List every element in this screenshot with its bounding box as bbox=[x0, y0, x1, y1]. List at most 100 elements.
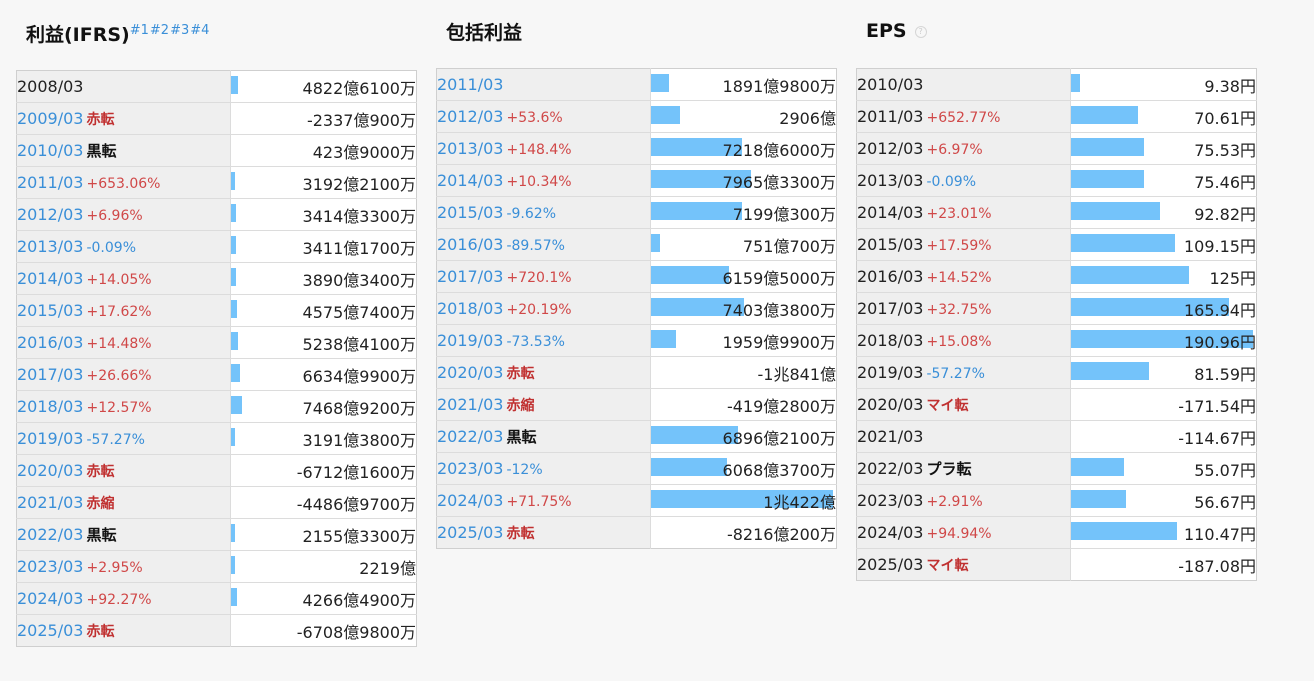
value-text: 3411億1700万 bbox=[302, 238, 416, 258]
value-bar bbox=[231, 364, 240, 382]
period-cell: 2013/03 +148.4% bbox=[436, 132, 651, 165]
table-row: 2023/03 +2.91% 56.67円 bbox=[856, 484, 1257, 517]
period-link[interactable]: 2025/03 bbox=[17, 621, 83, 640]
period-cell: 2014/03 +10.34% bbox=[436, 164, 651, 197]
value-text: 56.67円 bbox=[1194, 492, 1256, 512]
change-badge: 赤転 bbox=[86, 463, 115, 480]
period-cell: 2019/03 -57.27% bbox=[16, 422, 231, 455]
period-link: 2015/03 bbox=[857, 235, 924, 254]
period-cell: 2021/03 赤縮 bbox=[16, 486, 231, 519]
value-cell: 3411億1700万 bbox=[230, 230, 417, 263]
period-link[interactable]: 2012/03 bbox=[437, 107, 503, 126]
value-text: 55.07円 bbox=[1194, 460, 1256, 480]
value-text: 1891億9800万 bbox=[722, 76, 836, 96]
value-bar bbox=[231, 236, 236, 254]
period-link[interactable]: 2021/03 bbox=[17, 493, 83, 512]
period-link[interactable]: 2022/03 bbox=[17, 525, 83, 544]
table-row: 2021/03 赤縮 -4486億9700万 bbox=[16, 486, 417, 519]
table-row: 2019/03 -57.27% 3191億3800万 bbox=[16, 422, 417, 455]
value-cell: -171.54円 bbox=[1070, 388, 1257, 421]
period-link[interactable]: 2016/03 bbox=[17, 333, 83, 352]
value-cell: 1891億9800万 bbox=[650, 68, 837, 101]
change-badge: +14.52% bbox=[926, 270, 992, 286]
period-cell: 2016/03 +14.48% bbox=[16, 326, 231, 359]
value-text: 7965億3300万 bbox=[722, 172, 836, 192]
section-title: 包括利益 bbox=[446, 18, 522, 45]
period-link[interactable]: 2013/03 bbox=[437, 139, 503, 158]
period-cell: 2024/03 +71.75% bbox=[436, 484, 651, 517]
period-link[interactable]: 2021/03 bbox=[437, 395, 503, 414]
table-row: 2016/03 +14.52% 125円 bbox=[856, 260, 1257, 293]
period-link[interactable]: 2016/03 bbox=[437, 235, 503, 254]
table-row: 2011/03 +652.77% 70.61円 bbox=[856, 100, 1257, 133]
change-badge: -57.27% bbox=[926, 366, 985, 382]
period-cell: 2010/03 bbox=[856, 68, 1071, 101]
change-badge: +2.95% bbox=[86, 560, 143, 576]
value-cell: -1兆841億 bbox=[650, 356, 837, 389]
period-cell: 2020/03 赤転 bbox=[436, 356, 651, 389]
period-link[interactable]: 2009/03 bbox=[17, 109, 83, 128]
period-link[interactable]: 2024/03 bbox=[17, 589, 83, 608]
value-text: 4575億7400万 bbox=[302, 302, 416, 322]
period-link: 2011/03 bbox=[857, 107, 924, 126]
value-text: -187.08円 bbox=[1178, 556, 1256, 576]
table-row: 2022/03 黒転 6896億2100万 bbox=[436, 420, 837, 453]
change-badge: +71.75% bbox=[506, 494, 572, 510]
net-income-table: 2008/03 4822億6100万 2009/03 赤転 -2337億900万 2010… bbox=[16, 70, 417, 647]
period-link[interactable]: 2025/03 bbox=[437, 523, 503, 542]
period-link[interactable]: 2017/03 bbox=[17, 365, 83, 384]
period-link[interactable]: 2019/03 bbox=[437, 331, 503, 350]
table-row: 2020/03 マイ転 -171.54円 bbox=[856, 388, 1257, 421]
period-link[interactable]: 2013/03 bbox=[17, 237, 83, 256]
value-text: 6896億2100万 bbox=[722, 428, 836, 448]
period-link[interactable]: 2011/03 bbox=[17, 173, 83, 192]
table-row: 2014/03 +14.05% 3890億3400万 bbox=[16, 262, 417, 295]
period-link[interactable]: 2010/03 bbox=[17, 141, 83, 160]
period-link[interactable]: 2017/03 bbox=[437, 267, 503, 286]
change-badge: 赤転 bbox=[506, 525, 535, 542]
footnote-link-4[interactable]: #4 bbox=[190, 23, 209, 38]
value-text: 751億700万 bbox=[742, 236, 836, 256]
period-link[interactable]: 2014/03 bbox=[17, 269, 83, 288]
period-cell: 2017/03 +26.66% bbox=[16, 358, 231, 391]
period-link: 2016/03 bbox=[857, 267, 924, 286]
change-badge: +720.1% bbox=[506, 270, 572, 286]
table-row: 2023/03 +2.95% 2219億 bbox=[16, 550, 417, 583]
table-row: 2017/03 +32.75% 165.94円 bbox=[856, 292, 1257, 325]
period-link[interactable]: 2014/03 bbox=[437, 171, 503, 190]
period-link[interactable]: 2024/03 bbox=[437, 491, 503, 510]
period-cell: 2011/03 bbox=[436, 68, 651, 101]
period-link[interactable]: 2015/03 bbox=[17, 301, 83, 320]
period-link[interactable]: 2018/03 bbox=[437, 299, 503, 318]
period-link[interactable]: 2011/03 bbox=[437, 75, 503, 94]
value-cell: 81.59円 bbox=[1070, 356, 1257, 389]
change-badge: +653.06% bbox=[86, 176, 161, 192]
table-row: 2015/03 +17.62% 4575億7400万 bbox=[16, 294, 417, 327]
footnote-link-1[interactable]: #1 bbox=[130, 23, 149, 38]
period-cell: 2010/03 黒転 bbox=[16, 134, 231, 167]
table-row: 2018/03 +20.19% 7403億3800万 bbox=[436, 292, 837, 325]
period-cell: 2024/03 +92.27% bbox=[16, 582, 231, 615]
value-cell: 3191億3800万 bbox=[230, 422, 417, 455]
value-text: 109.15円 bbox=[1184, 236, 1256, 256]
period-link[interactable]: 2023/03 bbox=[17, 557, 83, 576]
period-link[interactable]: 2018/03 bbox=[17, 397, 83, 416]
period-link[interactable]: 2019/03 bbox=[17, 429, 83, 448]
period-link[interactable]: 2020/03 bbox=[17, 461, 83, 480]
change-badge: +53.6% bbox=[506, 110, 563, 126]
period-link[interactable]: 2012/03 bbox=[17, 205, 83, 224]
period-link[interactable]: 2015/03 bbox=[437, 203, 503, 222]
period-link[interactable]: 2020/03 bbox=[437, 363, 503, 382]
period-link[interactable]: 2022/03 bbox=[437, 427, 503, 446]
value-text: 3191億3800万 bbox=[302, 430, 416, 450]
period-link[interactable]: 2023/03 bbox=[437, 459, 503, 478]
table-row: 2017/03 +720.1% 6159億5000万 bbox=[436, 260, 837, 293]
footnote-link-3[interactable]: #3 bbox=[170, 23, 189, 38]
value-text: 423億9000万 bbox=[312, 142, 416, 162]
change-badge: +14.05% bbox=[86, 272, 152, 288]
period-cell: 2020/03 マイ転 bbox=[856, 388, 1071, 421]
help-icon[interactable]: ? bbox=[914, 25, 927, 38]
value-cell: -8216億200万 bbox=[651, 517, 837, 549]
period-cell: 2013/03 -0.09% bbox=[16, 230, 231, 263]
footnote-link-2[interactable]: #2 bbox=[150, 23, 169, 38]
